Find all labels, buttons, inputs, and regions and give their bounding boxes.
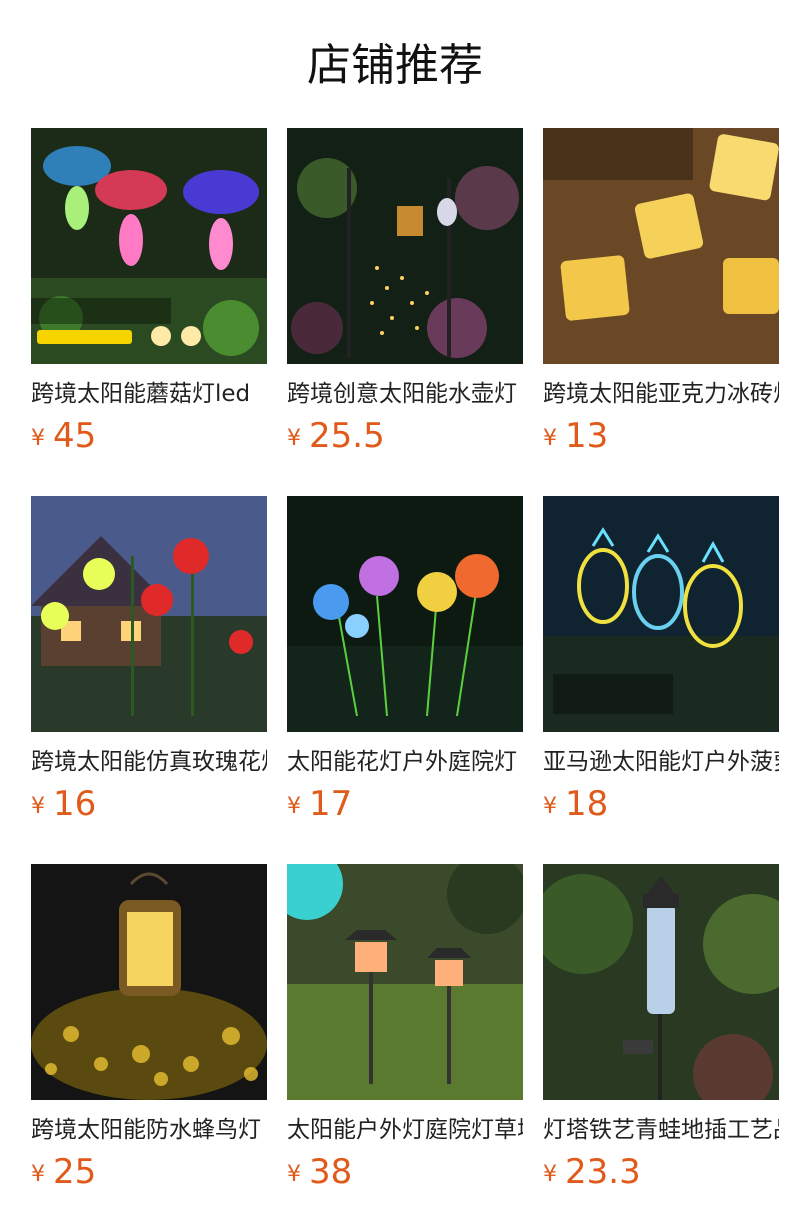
currency-symbol: ¥ <box>31 1162 45 1187</box>
product-name[interactable]: 灯塔铁艺青蛙地插工艺品 <box>543 1114 779 1146</box>
product-image[interactable] <box>543 864 779 1100</box>
price-value: 13 <box>565 416 609 456</box>
product-price: ¥16 <box>31 784 96 824</box>
product-image[interactable] <box>287 128 523 364</box>
price-value: 25 <box>53 1152 97 1192</box>
price-value: 23.3 <box>565 1152 641 1192</box>
currency-symbol: ¥ <box>543 426 557 451</box>
product-image[interactable] <box>31 496 267 732</box>
price-value: 16 <box>53 784 97 824</box>
product-image[interactable] <box>543 128 779 364</box>
currency-symbol: ¥ <box>287 1162 301 1187</box>
product-price: ¥25 <box>31 1152 96 1192</box>
product-name[interactable]: 跨境太阳能仿真玫瑰花灯 <box>31 746 267 778</box>
currency-symbol: ¥ <box>31 426 45 451</box>
product-name[interactable]: 太阳能户外灯庭院灯草坪灯 <box>287 1114 523 1146</box>
product-image[interactable] <box>31 128 267 364</box>
product-name[interactable]: 亚马逊太阳能灯户外菠萝灯 <box>543 746 779 778</box>
price-value: 17 <box>309 784 353 824</box>
product-price: ¥17 <box>287 784 352 824</box>
currency-symbol: ¥ <box>287 426 301 451</box>
product-price: ¥18 <box>543 784 608 824</box>
price-value: 38 <box>309 1152 353 1192</box>
product-image[interactable] <box>287 496 523 732</box>
product-price: ¥23.3 <box>543 1152 641 1192</box>
product-price: ¥38 <box>287 1152 352 1192</box>
currency-symbol: ¥ <box>543 1162 557 1187</box>
price-value: 45 <box>53 416 97 456</box>
product-image[interactable] <box>31 864 267 1100</box>
price-value: 18 <box>565 784 609 824</box>
product-image[interactable] <box>287 864 523 1100</box>
product-price: ¥45 <box>31 416 96 456</box>
product-name[interactable]: 跨境太阳能亚克力冰砖灯 <box>543 378 779 410</box>
product-price: ¥13 <box>543 416 608 456</box>
product-image[interactable] <box>543 496 779 732</box>
product-name[interactable]: 太阳能花灯户外庭院灯 <box>287 746 523 778</box>
currency-symbol: ¥ <box>543 794 557 819</box>
product-name[interactable]: 跨境太阳能防水蜂鸟灯 <box>31 1114 267 1146</box>
product-name[interactable]: 跨境创意太阳能水壶灯 <box>287 378 523 410</box>
currency-symbol: ¥ <box>31 794 45 819</box>
product-name[interactable]: 跨境太阳能蘑菇灯led <box>31 378 267 410</box>
product-price: ¥25.5 <box>287 416 385 456</box>
price-value: 25.5 <box>309 416 385 456</box>
product-grid: 跨境太阳能蘑菇灯led ¥45 跨境创意太阳能水壶灯 ¥ 25.5 跨境太阳能亚… <box>0 0 790 1232</box>
currency-symbol: ¥ <box>287 794 301 819</box>
